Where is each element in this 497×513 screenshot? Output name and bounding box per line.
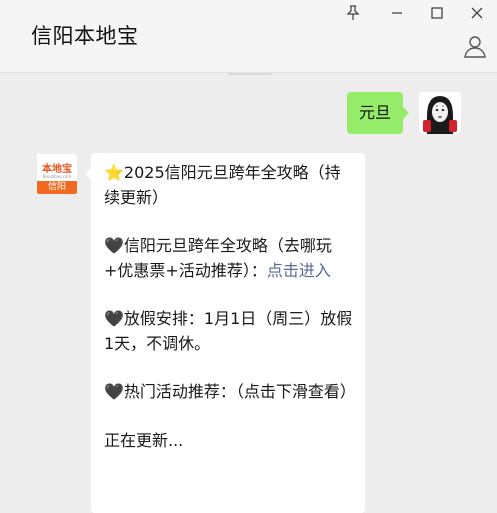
avatar-logo-text: 本地宝 bbox=[42, 164, 72, 175]
maximize-icon bbox=[431, 7, 443, 19]
avatar-logo-subtext: Bendibao.com bbox=[42, 174, 72, 179]
pin-button[interactable] bbox=[338, 2, 368, 24]
chat-title: 信阳本地宝 bbox=[31, 24, 139, 48]
enter-link[interactable]: 点击进入 bbox=[267, 261, 331, 280]
maximize-button[interactable] bbox=[422, 2, 452, 24]
no-face-avatar-icon bbox=[419, 92, 461, 134]
pin-icon bbox=[346, 5, 360, 20]
close-button[interactable] bbox=[462, 2, 492, 24]
outgoing-message-text: 元旦 bbox=[359, 103, 392, 122]
message-paragraph: 🖤放假安排：1月1日（周三）放假1天，不调休。 bbox=[104, 309, 353, 353]
scroll-handle[interactable] bbox=[228, 73, 272, 75]
incoming-message-bubble[interactable]: ⭐2025信阳元旦跨年全攻略（持续更新） 🖤信阳元旦跨年全攻略（去哪玩+优惠票+… bbox=[85, 153, 365, 513]
minimize-button[interactable] bbox=[382, 2, 412, 24]
person-icon bbox=[464, 36, 486, 58]
bendibao-avatar[interactable]: 本地宝 Bendibao.com 信阳 bbox=[36, 153, 78, 195]
minimize-icon bbox=[392, 12, 402, 14]
message-paragraph: 🖤信阳元旦跨年全攻略（去哪玩+优惠票+活动推荐）：点击进入 bbox=[104, 234, 355, 283]
close-icon bbox=[471, 7, 483, 19]
profile-button[interactable] bbox=[463, 34, 489, 60]
message-paragraph: 🖤热门活动推荐：（点击下滑查看） bbox=[104, 382, 356, 401]
message-paragraph: ⭐2025信阳元旦跨年全攻略（持续更新） bbox=[104, 163, 341, 207]
message-paragraph: 正在更新... bbox=[104, 430, 184, 450]
my-avatar[interactable] bbox=[419, 92, 461, 134]
title-bar: 信阳本地宝 bbox=[0, 0, 497, 73]
avatar-city-label: 信阳 bbox=[37, 181, 77, 194]
outgoing-message-bubble[interactable]: 元旦 bbox=[347, 92, 410, 134]
